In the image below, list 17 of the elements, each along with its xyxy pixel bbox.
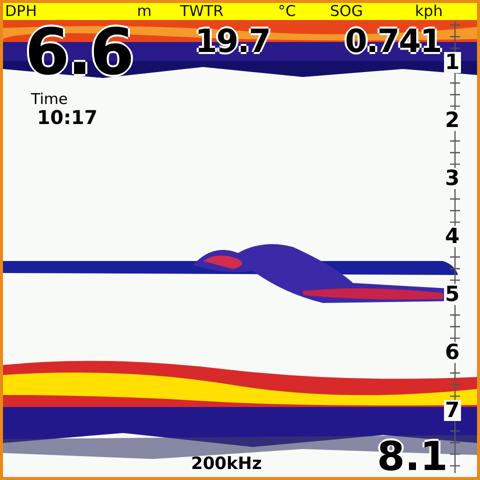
unit-label: °C <box>278 3 296 20</box>
unit-label: m <box>137 3 152 20</box>
depth-scale-label: 4 <box>444 226 461 247</box>
time-label: Time <box>31 90 68 108</box>
depth-scale-label: 3 <box>444 168 461 189</box>
frequency-label: 200kHz <box>191 454 262 474</box>
depth-scale-label: 1 <box>444 52 461 73</box>
readout-label: DPH <box>5 3 37 20</box>
readout-label: SOG <box>330 3 363 20</box>
depth-scale-label: 2 <box>444 110 461 131</box>
time-value: 10:17 <box>37 107 98 129</box>
depth-scale-label: 5 <box>444 284 461 305</box>
readout-label: TWTR <box>180 3 224 20</box>
depth-scale-label: 7 <box>444 400 461 421</box>
unit-label: kph <box>415 3 443 20</box>
bottom-depth-value: 8.1 <box>377 437 448 477</box>
depth-scale-label: 6 <box>444 342 461 363</box>
